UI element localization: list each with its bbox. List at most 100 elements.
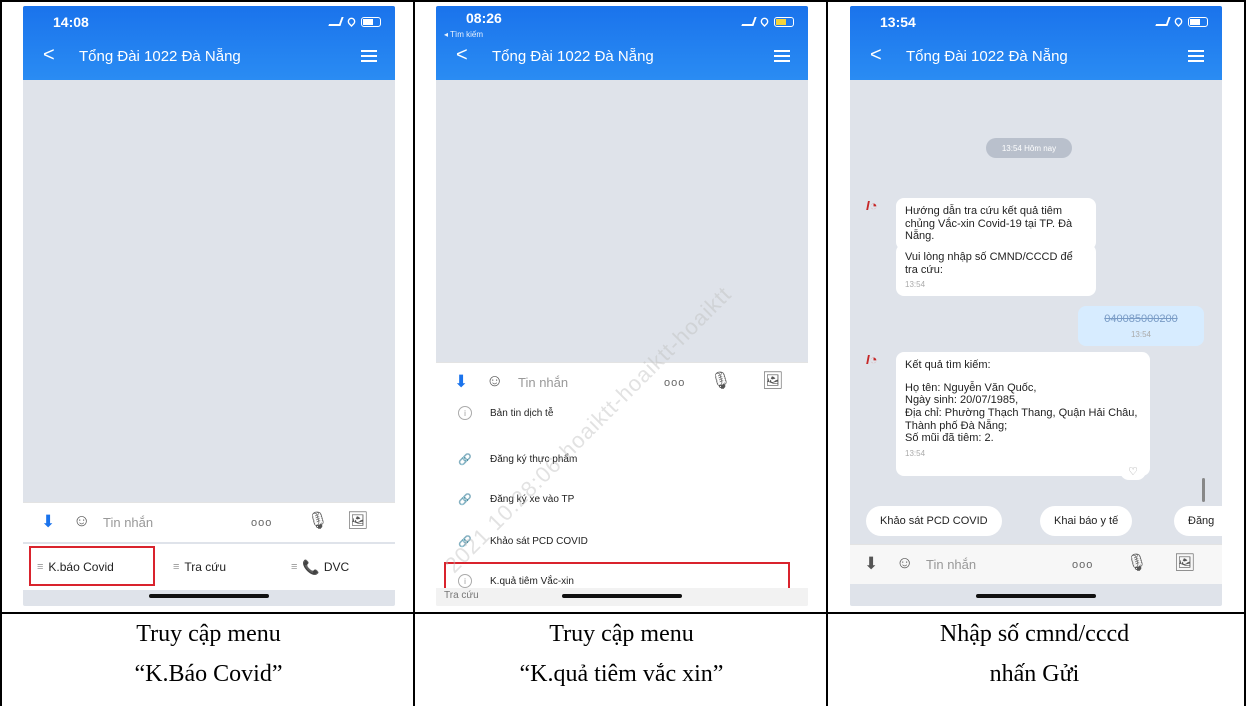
phone-screen-2: 08:26 ◂ Tìm kiếm < Tổng Đài 1022 Đà Nẵng… <box>436 6 808 606</box>
phone-screen-1: 14:08 < Tổng Đài 1022 Đà Nẵng ⬇ ☺ Tin nh… <box>23 6 395 606</box>
signal-icon <box>1155 17 1171 26</box>
more-icon[interactable]: ooo <box>664 377 685 389</box>
status-time: 13:54 <box>880 14 916 30</box>
heart-reaction-icon[interactable]: ♡ <box>1120 462 1146 480</box>
bot-avatar-icon: I◔ <box>866 198 878 213</box>
sticker-icon[interactable]: ☺ <box>896 553 913 573</box>
status-time: 08:26 <box>466 10 502 26</box>
header-bar: 08:26 ◂ Tìm kiếm < Tổng Đài 1022 Đà Nẵng <box>436 6 808 80</box>
caption-line: Nhập số cmnd/cccd <box>939 621 1130 647</box>
home-indicator <box>149 594 269 598</box>
link-icon: 🔗 <box>458 453 472 466</box>
chat-menu-bar: ≡ K.báo Covid ≡ Tra cứu ≡ 📞 DVC <box>23 544 395 590</box>
message-text: Hướng dẫn tra cứu kết quả tiêm chủng Vắc… <box>905 205 1073 243</box>
quick-reply-button[interactable]: Khai báo y tế <box>1040 506 1133 536</box>
home-indicator <box>976 594 1096 598</box>
menu-icon[interactable] <box>774 50 790 62</box>
signal-icon <box>741 17 757 26</box>
caption-3: Nhập số cmnd/cccd nhấn Gửi <box>828 614 1241 694</box>
menu-icon[interactable] <box>361 50 377 62</box>
quick-reply-button[interactable]: Đăng <box>1174 506 1222 536</box>
info-icon: i <box>458 406 472 420</box>
message-text: Vui lòng nhập số CMND/CCCD để tra cứu: <box>905 251 1073 276</box>
wifi-icon <box>759 16 770 27</box>
image-icon[interactable]: 🖼 <box>762 371 784 391</box>
caption-line: “K.Báo Covid” <box>134 661 283 687</box>
result-title: Kết quả tìm kiếm: <box>905 359 991 371</box>
microphone-icon[interactable]: 🎙 <box>710 371 732 391</box>
back-icon[interactable]: < <box>43 44 55 67</box>
more-icon[interactable]: ooo <box>251 517 272 529</box>
keyboard-toggle-icon[interactable]: ⬇ <box>454 372 468 392</box>
chat-title: Tổng Đài 1022 Đà Nẵng <box>79 48 241 65</box>
message-input[interactable]: Tin nhắn <box>103 515 153 530</box>
menu-item[interactable]: i Bản tin dịch tễ <box>436 394 808 432</box>
menu-tab-label: Tra cứu <box>184 560 227 574</box>
menu-tab-dvc[interactable]: ≡ 📞 DVC <box>291 544 349 590</box>
user-message: 040085000200 13:54 <box>1078 306 1204 346</box>
battery-icon <box>361 16 381 27</box>
link-icon: 🔗 <box>458 535 472 548</box>
caption-1: Truy cập menu “K.Báo Covid” <box>2 614 415 694</box>
message-input[interactable]: Tin nhắn <box>926 557 976 572</box>
menu-icon[interactable] <box>1188 50 1204 62</box>
chat-title: Tổng Đài 1022 Đà Nẵng <box>906 48 1068 65</box>
keyboard-toggle-icon[interactable]: ⬇ <box>864 554 878 574</box>
signal-icon <box>328 17 344 26</box>
back-to-search[interactable]: ◂ Tìm kiếm <box>444 30 483 39</box>
more-icon[interactable]: ooo <box>1072 559 1093 571</box>
scrollbar[interactable] <box>1202 478 1205 502</box>
caption-line: Truy cập menu <box>136 621 281 647</box>
table-divider-2 <box>826 0 828 706</box>
keyboard-toggle-icon[interactable]: ⬇ <box>41 512 55 532</box>
sticker-icon[interactable]: ☺ <box>73 511 90 531</box>
message-time: 13:54 <box>1130 329 1152 339</box>
menu-item-label: Bản tin dịch tễ <box>490 407 554 419</box>
menu-item[interactable]: 🔗 Khảo sát PCD COVID <box>436 522 808 560</box>
bot-result-message: Kết quả tìm kiếm: Họ tên: Nguyễn Văn Quố… <box>896 352 1150 476</box>
list-icon: ≡ <box>291 561 298 573</box>
image-icon[interactable]: 🖼 <box>1174 553 1196 573</box>
date-separator: 13:54 Hôm nay <box>986 138 1072 158</box>
bot-message: Hướng dẫn tra cứu kết quả tiêm chủng Vắc… <box>896 198 1096 250</box>
menu-item[interactable]: 🔗 Đăng ký thực phẩm <box>436 440 808 478</box>
home-indicator <box>562 594 682 598</box>
figure-table: 14:08 < Tổng Đài 1022 Đà Nẵng ⬇ ☺ Tin nh… <box>0 0 1246 706</box>
quick-reply-button[interactable]: Khảo sát PCD COVID <box>866 506 1002 536</box>
status-icons <box>1155 16 1208 27</box>
message-time: 13:54 <box>905 280 926 290</box>
caption-line: Truy cập menu <box>549 621 694 647</box>
status-icons <box>328 16 381 27</box>
microphone-icon[interactable]: 🎙 <box>1126 553 1148 573</box>
phone-screen-3: 13:54 < Tổng Đài 1022 Đà Nẵng 13:54 Hôm … <box>850 6 1222 606</box>
result-line: Họ tên: Nguyễn Văn Quốc, <box>905 381 1037 394</box>
header-bar: 14:08 < Tổng Đài 1022 Đà Nẵng <box>23 6 395 80</box>
footer-tab-tra-cuu[interactable]: Tra cứu <box>444 590 479 601</box>
menu-sheet: i Bản tin dịch tễ 🔗 Đăng ký thực phẩm 🔗 … <box>436 402 808 606</box>
message-input[interactable]: Tin nhắn <box>518 375 568 390</box>
sticker-icon[interactable]: ☺ <box>486 371 503 391</box>
menu-item[interactable]: 🔗 Đăng ký xe vào TP <box>436 480 808 518</box>
image-icon[interactable]: 🖼 <box>347 511 369 531</box>
table-divider-1 <box>413 0 415 706</box>
chat-title: Tổng Đài 1022 Đà Nẵng <box>492 48 654 65</box>
microphone-icon[interactable]: 🎙 <box>307 511 329 531</box>
message-time: 13:54 <box>905 448 926 458</box>
status-time: 14:08 <box>53 14 89 30</box>
result-line: Số mũi đã tiêm: 2. <box>905 432 994 445</box>
list-icon: ≡ <box>173 561 180 573</box>
highlight-box <box>29 546 155 586</box>
bot-message: Vui lòng nhập số CMND/CCCD để tra cứu: 1… <box>896 244 1096 297</box>
result-line: Địa chỉ: Phường Thạch Thang, Quận Hải Ch… <box>905 406 1138 432</box>
menu-item-label: Khảo sát PCD COVID <box>490 535 588 547</box>
menu-tab-label: DVC <box>323 560 350 574</box>
message-text: 040085000200 <box>1104 313 1178 325</box>
back-icon[interactable]: < <box>456 44 468 67</box>
table-border-left <box>0 0 2 706</box>
table-border-top <box>0 0 1246 2</box>
menu-tab-tra-cuu[interactable]: ≡ Tra cứu <box>173 544 226 590</box>
menu-item-label: Đăng ký xe vào TP <box>490 493 575 505</box>
link-icon: 🔗 <box>458 493 472 506</box>
back-icon[interactable]: < <box>870 44 882 67</box>
message-input-bar: ⬇ ☺ Tin nhắn ooo 🎙 🖼 <box>23 502 395 542</box>
